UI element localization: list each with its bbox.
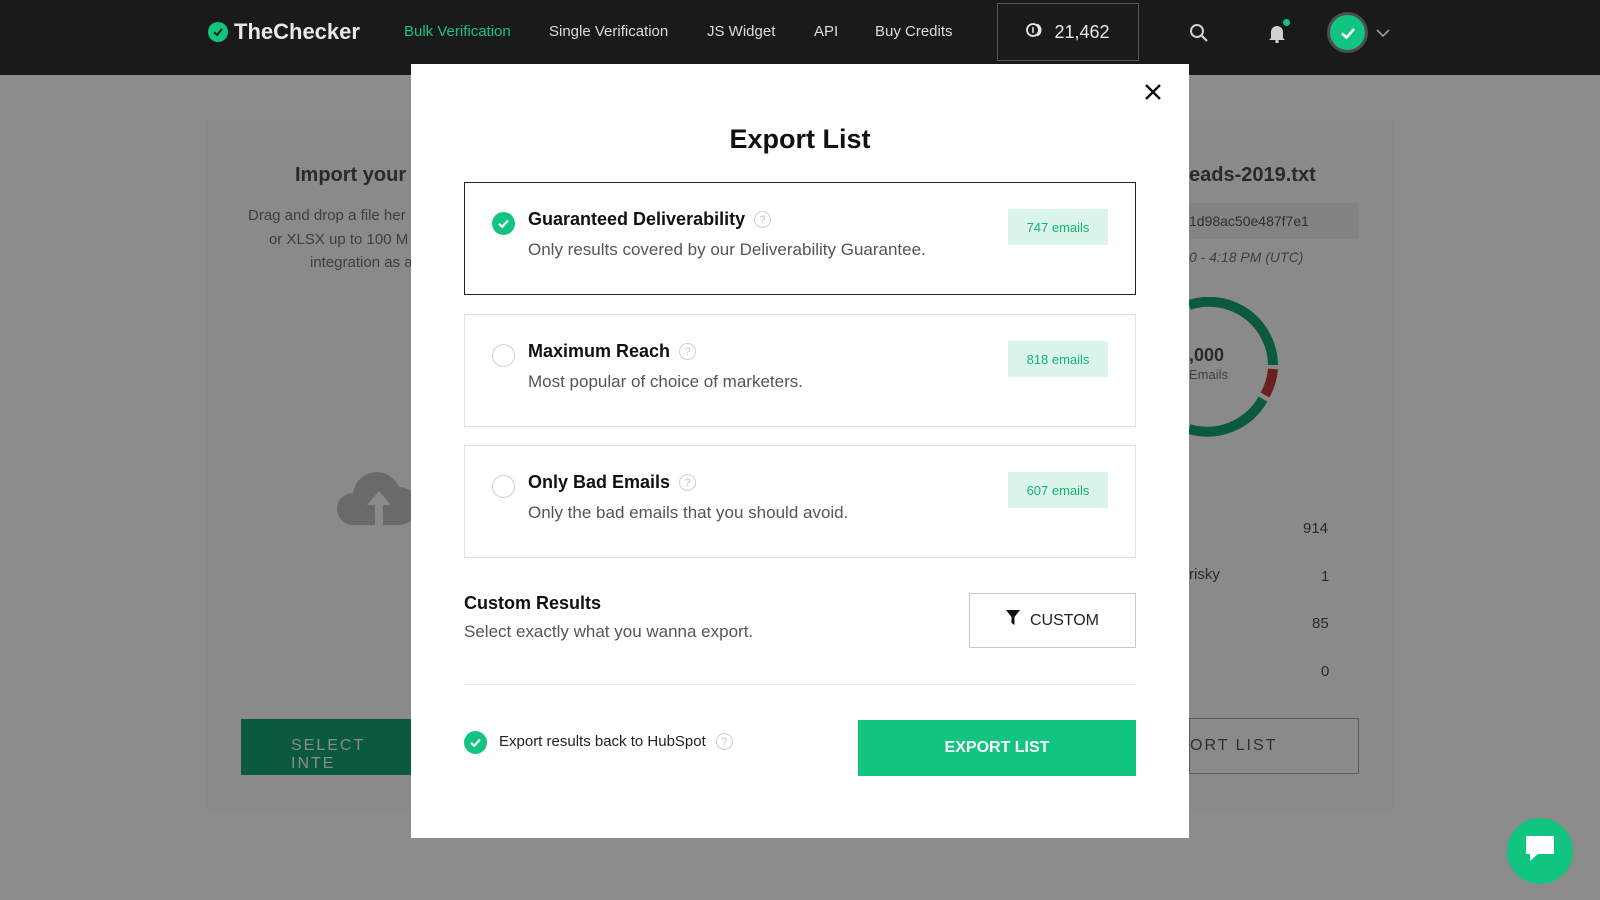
export-list-bg-label: ORT LIST (1190, 737, 1278, 754)
stat-value: 85 (1312, 615, 1329, 632)
stat-value: 914 (1303, 520, 1329, 537)
select-integration-label: SELECT INTE (291, 737, 365, 772)
option-description: Most popular of choice of marketers. (528, 372, 803, 391)
option-title-row: Maximum Reach ? (528, 341, 697, 362)
file-hash: 1d98ac50e487f7e1 (1189, 213, 1309, 229)
radio-empty-icon[interactable] (492, 344, 515, 367)
close-icon[interactable] (1139, 78, 1167, 106)
file-date: 0 - 4:18 PM (UTC) (1189, 249, 1304, 265)
search-icon[interactable] (1188, 22, 1210, 44)
file-hash-box: 1d98ac50e487f7e1 (1189, 203, 1359, 239)
file-title: eads-2019.txt (1189, 164, 1316, 186)
help-icon[interactable]: ? (715, 733, 733, 750)
chat-widget-button[interactable] (1507, 818, 1573, 884)
stat-value: 1 (1321, 568, 1330, 585)
app-name: TheChecker (234, 19, 360, 44)
bell-icon[interactable] (1266, 19, 1290, 45)
logo-check-icon (208, 22, 228, 42)
export-list-button[interactable]: EXPORT LIST (858, 720, 1136, 776)
donut-total: ,000 (1189, 345, 1225, 365)
help-icon[interactable]: ? (754, 211, 772, 228)
donut-label: Emails (1189, 367, 1229, 382)
chat-bubble-icon (1524, 834, 1556, 869)
option-title-row: Only Bad Emails ? (528, 472, 697, 493)
export-list-bg-button[interactable]: ORT LIST (1189, 718, 1359, 774)
radio-empty-icon[interactable] (492, 475, 515, 498)
custom-results-description: Select exactly what you wanna export. (464, 622, 754, 641)
option-description: Only the bad emails that you should avoi… (528, 503, 849, 522)
option-title: Maximum Reach (528, 341, 671, 361)
custom-button-label: CUSTOM (1029, 611, 1100, 629)
help-icon[interactable]: ? (679, 474, 697, 491)
option-title: Only Bad Emails (528, 472, 671, 492)
hubspot-export-label[interactable]: Export results back to HubSpot (499, 733, 706, 750)
hubspot-checkbox-checked-icon[interactable] (464, 731, 487, 754)
option-description: Only results covered by our Deliverabili… (528, 240, 926, 259)
import-title: Import your (295, 164, 407, 186)
custom-results-title: Custom Results (464, 593, 602, 613)
email-count-badge: 607 emails (1008, 472, 1108, 508)
option-title-row: Guaranteed Deliverability ? (528, 209, 772, 230)
email-count-badge: 747 emails (1008, 209, 1108, 245)
stat-value: 0 (1321, 663, 1330, 680)
nav-single-verification[interactable]: Single Verification (549, 23, 668, 40)
credits-value: 21,462 (1054, 21, 1110, 42)
option-title: Guaranteed Deliverability (528, 209, 746, 229)
hubspot-export-row: Export results back to HubSpot ? (499, 733, 733, 750)
import-desc-line: integration as a (310, 254, 413, 271)
user-avatar[interactable] (1327, 12, 1368, 53)
filter-icon (1005, 610, 1020, 631)
nav-bulk-verification[interactable]: Bulk Verification (404, 23, 511, 40)
option-only-bad-emails[interactable]: Only Bad Emails ? Only the bad emails th… (464, 445, 1136, 558)
option-guaranteed-deliverability[interactable]: Guaranteed Deliverability ? Only results… (464, 182, 1136, 295)
nav-buy-credits[interactable]: Buy Credits (875, 23, 953, 40)
modal-title: Export List (729, 124, 871, 154)
export-list-modal: Export List Guaranteed Deliverability ? … (411, 64, 1189, 838)
notification-dot (1283, 19, 1290, 26)
coins-icon (1026, 21, 1044, 44)
email-count-badge: 818 emails (1008, 341, 1108, 377)
credits-balance[interactable]: 21,462 (997, 3, 1139, 61)
help-icon[interactable]: ? (679, 343, 697, 360)
option-maximum-reach[interactable]: Maximum Reach ? Most popular of choice o… (464, 314, 1136, 427)
chevron-down-icon[interactable] (1376, 27, 1390, 39)
cloud-upload-icon (335, 450, 415, 535)
nav-js-widget[interactable]: JS Widget (707, 23, 775, 40)
divider (464, 684, 1136, 685)
import-desc-line: or XLSX up to 100 M (269, 231, 409, 248)
custom-button[interactable]: CUSTOM (969, 593, 1136, 648)
radio-checked-icon[interactable] (492, 212, 515, 235)
import-desc-line: Drag and drop a file her (248, 207, 406, 224)
nav-api[interactable]: API (814, 23, 838, 40)
stat-label: risky (1189, 566, 1220, 583)
app-logo[interactable]: TheChecker (208, 19, 360, 45)
select-integration-button[interactable]: SELECT INTE (241, 719, 411, 775)
